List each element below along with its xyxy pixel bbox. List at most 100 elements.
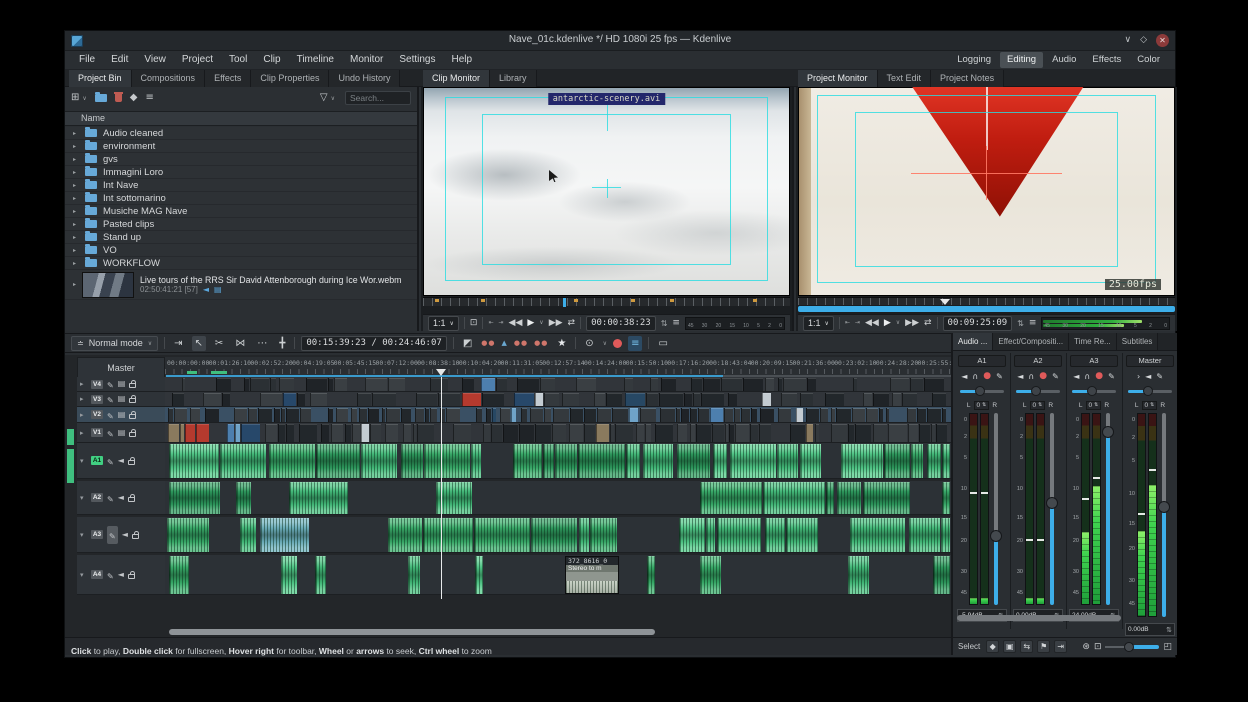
- timeline-clip[interactable]: [902, 393, 917, 406]
- timeline-clip[interactable]: [415, 408, 424, 422]
- timeline-clip[interactable]: [174, 408, 187, 422]
- timeline-clip[interactable]: [677, 444, 710, 478]
- timeline-clip[interactable]: [481, 378, 495, 391]
- pen-icon[interactable]: ✎: [1156, 372, 1163, 381]
- tab-clip-properties[interactable]: Clip Properties: [251, 70, 329, 87]
- spacer-tool-button[interactable]: ⋈: [232, 336, 248, 351]
- timeline-clip-labeled[interactable]: 372_8616_0Stereo to m: [565, 556, 619, 594]
- track-lane-a2[interactable]: [165, 481, 951, 515]
- insert-zone-button[interactable]: ●●: [481, 339, 495, 347]
- fit-zoom-icon[interactable]: ⊛: [1082, 642, 1090, 652]
- zone-in-button[interactable]: ⇤: [845, 316, 850, 330]
- timeline-clip[interactable]: [743, 378, 764, 391]
- timeline-clip[interactable]: [693, 393, 700, 406]
- play-button[interactable]: ▶: [527, 316, 534, 330]
- timeline-clip[interactable]: [848, 424, 854, 442]
- mute-icon[interactable]: ◄: [1017, 372, 1023, 381]
- timeline-clip[interactable]: [931, 424, 936, 442]
- timeline-clip[interactable]: [352, 424, 360, 442]
- timeline-clip[interactable]: [942, 408, 946, 422]
- lock-icon[interactable]: [128, 574, 135, 579]
- lock-icon[interactable]: [129, 414, 136, 419]
- timeline-clip[interactable]: [596, 424, 609, 442]
- timeline-clip[interactable]: [544, 408, 551, 422]
- timeline-timecode[interactable]: 00:15:39:23 / 00:24:46:07: [301, 336, 446, 351]
- timeline-clip[interactable]: [781, 393, 797, 406]
- balance-slider[interactable]: [1128, 387, 1172, 396]
- balance-value[interactable]: 0⇅: [1030, 401, 1046, 410]
- track-header-a4[interactable]: ▾A4✎◄: [77, 555, 165, 595]
- timeline-clip[interactable]: [866, 408, 878, 422]
- balance-value[interactable]: 0⇅: [974, 401, 990, 410]
- selection-tool-button[interactable]: ↖: [192, 336, 206, 351]
- timeline-clip[interactable]: [806, 408, 820, 422]
- timeline-clip[interactable]: [316, 444, 360, 478]
- timeline-clip[interactable]: [385, 424, 398, 442]
- menu-help[interactable]: Help: [444, 51, 481, 69]
- speaker-icon[interactable]: ◄: [118, 493, 124, 503]
- zoom-fit-icon[interactable]: ◰: [1163, 642, 1172, 652]
- timeline-clip[interactable]: [491, 424, 502, 442]
- timeline-clip[interactable]: [321, 424, 329, 442]
- timeline-clip[interactable]: [260, 393, 282, 406]
- timeline-clip[interactable]: [265, 424, 278, 442]
- timeline-clip[interactable]: [765, 378, 775, 391]
- playhead-caret[interactable]: [563, 298, 566, 307]
- tag-icon[interactable]: ◆: [130, 91, 138, 105]
- timeline-clip[interactable]: [917, 408, 927, 422]
- tab-time-re-[interactable]: Time Re...: [1069, 333, 1117, 350]
- search-input[interactable]: [345, 91, 411, 105]
- tab-text-edit[interactable]: Text Edit: [878, 70, 932, 87]
- timeline-clip[interactable]: [890, 378, 909, 391]
- timeline-clip[interactable]: [227, 424, 234, 442]
- tab-compositions[interactable]: Compositions: [132, 70, 206, 87]
- timeline-clip[interactable]: [570, 408, 583, 422]
- timeline-clip[interactable]: [334, 378, 346, 391]
- video-track-icon[interactable]: ▤: [118, 379, 126, 389]
- volume-readout[interactable]: 0.00dB⇅: [1125, 623, 1175, 636]
- timeline-clip[interactable]: [279, 378, 294, 391]
- timeline-clip[interactable]: [873, 393, 888, 406]
- timeline-clip[interactable]: [168, 408, 174, 422]
- timeline-clip[interactable]: [408, 556, 420, 594]
- close-window-icon[interactable]: ✕: [1156, 34, 1169, 47]
- timeline-clip[interactable]: [584, 424, 595, 442]
- timeline-clip[interactable]: [763, 482, 825, 514]
- timeline-clip[interactable]: [535, 393, 542, 406]
- timeline-clip[interactable]: [820, 408, 828, 422]
- timeline-clip[interactable]: [388, 518, 421, 552]
- timeline-clip[interactable]: [299, 424, 317, 442]
- lift-zone-button[interactable]: ●●: [534, 339, 548, 347]
- timeline-clip[interactable]: [831, 408, 835, 422]
- timeline-clip[interactable]: [850, 518, 905, 552]
- timeline-clip[interactable]: [552, 424, 566, 442]
- timeline-clip[interactable]: [855, 424, 871, 442]
- timeline-zoom-slider[interactable]: [1105, 642, 1159, 652]
- timeline-clip[interactable]: [345, 424, 350, 442]
- track-header-a3[interactable]: ▾A3✎◄: [77, 517, 165, 553]
- timeline-clip[interactable]: [629, 408, 638, 422]
- timeline-clip[interactable]: [555, 444, 576, 478]
- timeline-clip[interactable]: [297, 393, 305, 406]
- timeline-clip[interactable]: [800, 444, 822, 478]
- collapse-icon[interactable]: ▸: [80, 429, 87, 437]
- timeline-clip[interactable]: [636, 424, 645, 442]
- timeline-clip[interactable]: [424, 444, 470, 478]
- timeline-clip[interactable]: [196, 424, 210, 442]
- bin-folder-row[interactable]: ▸WORKFLOW: [65, 257, 417, 270]
- expand-icon[interactable]: ▸: [73, 156, 79, 163]
- timeline-clip[interactable]: [386, 408, 399, 422]
- mix-button[interactable]: ◩: [460, 336, 475, 351]
- track-lane-a1[interactable]: [165, 443, 951, 479]
- timeline-clip[interactable]: [700, 556, 722, 594]
- timeline-clip[interactable]: [700, 482, 762, 514]
- bin-folder-row[interactable]: ▸Musiche MAG Nave: [65, 205, 417, 218]
- record-arm-icon[interactable]: ●: [983, 371, 991, 381]
- monitor-zoombar[interactable]: [798, 306, 1175, 312]
- timeline-clip[interactable]: [514, 393, 535, 406]
- timeline-clip[interactable]: [401, 408, 412, 422]
- expand-icon[interactable]: ▸: [73, 234, 79, 241]
- expand-icon[interactable]: ▾: [80, 531, 87, 539]
- monitor-menu-icon[interactable]: ≡: [1029, 316, 1037, 330]
- titlebar[interactable]: Nave_01c.kdenlive */ HD 1080i 25 fps — K…: [65, 31, 1175, 51]
